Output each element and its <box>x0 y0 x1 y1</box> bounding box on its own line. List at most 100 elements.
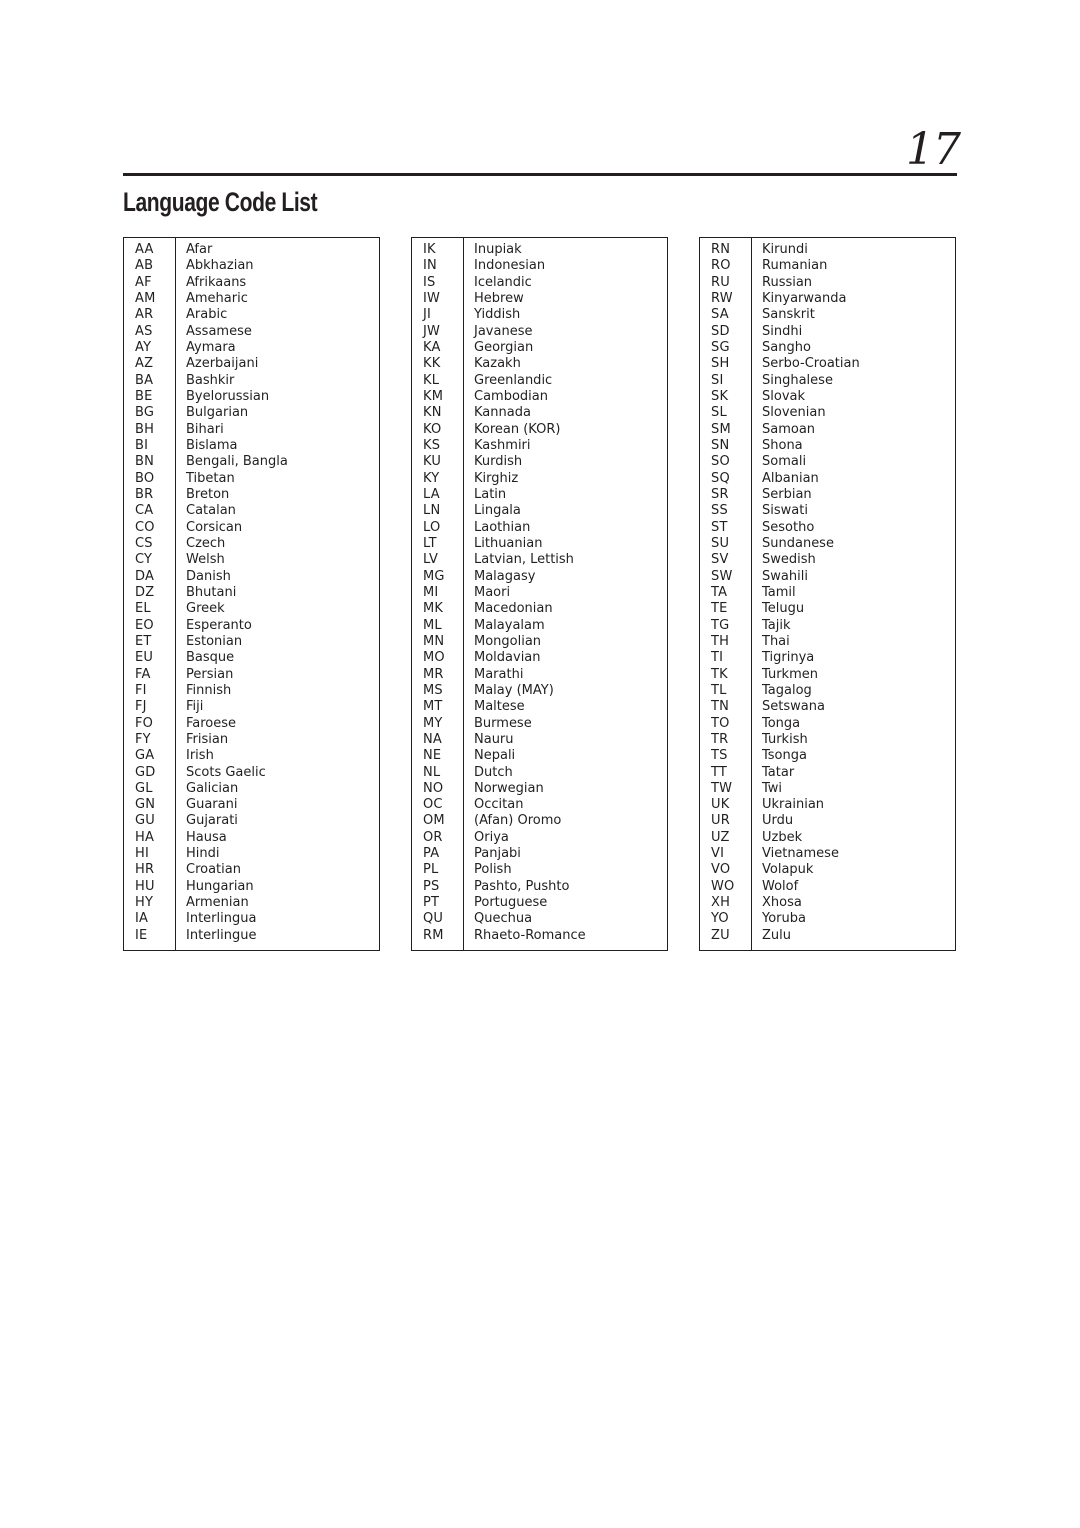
language-name: Lingala <box>474 503 521 519</box>
language-name: Thai <box>762 633 790 649</box>
language-code: BH <box>135 421 155 437</box>
language-name: Estonian <box>186 633 243 649</box>
language-code: DZ <box>135 584 155 600</box>
language-code: CA <box>135 503 154 519</box>
language-name: Zulu <box>762 927 791 943</box>
table-row: SK Slovak <box>700 389 955 405</box>
language-code: UR <box>711 813 730 829</box>
table-row: TG Tajik <box>700 618 955 634</box>
table-row: FO Faroese <box>124 716 379 732</box>
language-name: Somali <box>762 454 807 470</box>
table-row: IW Hebrew <box>412 291 667 307</box>
table-row: AB Abkhazian <box>124 258 379 274</box>
language-code: SO <box>711 454 730 470</box>
language-name: Swedish <box>762 552 816 568</box>
language-name: Cambodian <box>474 388 548 404</box>
language-code: OC <box>423 797 443 813</box>
language-code: SD <box>711 323 730 339</box>
language-name: Slovenian <box>762 405 826 421</box>
table-row: UZ Uzbek <box>700 830 955 846</box>
table-row: HA Hausa <box>124 830 379 846</box>
table-row: CY Welsh <box>124 552 379 568</box>
language-code: RN <box>711 242 731 257</box>
language-code: MI <box>423 584 439 600</box>
table-row: LA Latin <box>412 487 667 503</box>
language-name: Afar <box>186 242 213 257</box>
language-name: Mongolian <box>474 633 542 649</box>
table-row: KS Kashmiri <box>412 438 667 454</box>
language-code: AZ <box>135 356 154 372</box>
table-row: EO Esperanto <box>124 618 379 634</box>
language-name: Hungarian <box>186 878 254 894</box>
language-code: IA <box>135 911 149 927</box>
table-row: MK Macedonian <box>412 601 667 617</box>
language-name: Kannada <box>474 405 531 421</box>
language-name: Telugu <box>762 601 805 617</box>
language-name: Azerbaijani <box>186 356 259 372</box>
table-row: MN Mongolian <box>412 634 667 650</box>
language-code: WO <box>711 878 735 894</box>
language-code: OR <box>423 829 443 845</box>
table-row: GL Galician <box>124 781 379 797</box>
table-row: TT Tatar <box>700 765 955 781</box>
language-name: Abkhazian <box>186 258 254 274</box>
language-code: IK <box>423 242 436 257</box>
language-code: RO <box>711 258 731 274</box>
table-row: RO Rumanian <box>700 258 955 274</box>
language-code: RU <box>711 274 730 290</box>
table-row: SO Somali <box>700 454 955 470</box>
language-name: Danish <box>186 568 231 584</box>
language-name: Maori <box>474 584 511 600</box>
language-code: PT <box>423 895 440 911</box>
language-code: HR <box>135 862 155 878</box>
language-code: AR <box>135 307 154 323</box>
language-code: MS <box>423 682 443 698</box>
language-name: Pashto, Pushto <box>474 878 570 894</box>
language-code: MG <box>423 568 445 584</box>
language-code: NA <box>423 731 443 747</box>
table-row: AR Arabic <box>124 307 379 323</box>
language-code: GL <box>135 780 153 796</box>
table-row: SM Samoan <box>700 422 955 438</box>
language-code: TK <box>711 666 728 682</box>
language-code: AY <box>135 339 152 355</box>
language-code: RM <box>423 927 444 943</box>
language-name: Kinyarwanda <box>762 290 847 306</box>
language-name: Bislama <box>186 437 238 453</box>
table-row: AZ Azerbaijani <box>124 356 379 372</box>
language-name: Malagasy <box>474 568 536 584</box>
language-code: FO <box>135 715 154 731</box>
language-code: XH <box>711 895 731 911</box>
table-row: TH Thai <box>700 634 955 650</box>
language-code: TO <box>711 715 730 731</box>
language-name: Tonga <box>762 715 801 731</box>
table-row: MI Maori <box>412 585 667 601</box>
language-name: Interlingua <box>186 911 257 927</box>
language-code: TS <box>711 748 728 764</box>
language-name: Twi <box>762 780 783 796</box>
table-row: PT Portuguese <box>412 895 667 911</box>
language-name: Latvian, Lettish <box>474 552 574 568</box>
language-code: PS <box>423 878 440 894</box>
language-name: Sesotho <box>762 519 815 535</box>
language-name: Albanian <box>762 470 819 486</box>
language-name: Arabic <box>186 307 228 323</box>
table-row: BG Bulgarian <box>124 405 379 421</box>
language-code: BG <box>135 405 155 421</box>
table-row: GA Irish <box>124 748 379 764</box>
language-code: SR <box>711 486 729 502</box>
table-row: PL Polish <box>412 862 667 878</box>
language-code: FJ <box>135 699 147 715</box>
language-code: SG <box>711 339 730 355</box>
table-row: KY Kirghiz <box>412 471 667 487</box>
table-row: OC Occitan <box>412 797 667 813</box>
language-name: Fiji <box>186 699 204 715</box>
table-row: IK Inupiak <box>412 242 667 258</box>
table-row: KN Kannada <box>412 405 667 421</box>
language-name: Georgian <box>474 339 534 355</box>
language-name: Lithuanian <box>474 535 543 551</box>
table-row: RW Kinyarwanda <box>700 291 955 307</box>
table-row: BA Bashkir <box>124 373 379 389</box>
table-row: TL Tagalog <box>700 683 955 699</box>
language-code: MO <box>423 650 445 666</box>
